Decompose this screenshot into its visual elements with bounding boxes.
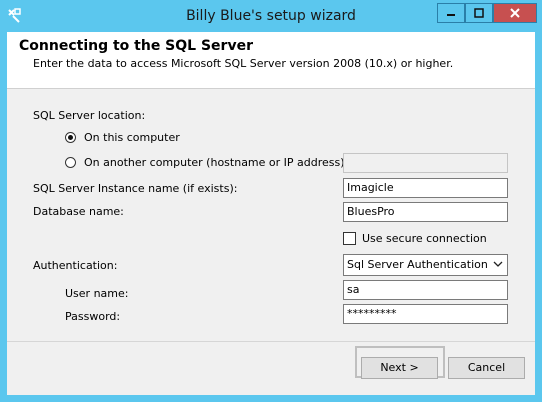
database-name-label: Database name: (33, 205, 124, 218)
minimize-button[interactable] (437, 3, 465, 23)
radio-another-computer[interactable] (65, 157, 76, 168)
close-button[interactable] (493, 3, 537, 23)
cancel-button[interactable]: Cancel (448, 357, 525, 379)
radio-this-computer[interactable] (65, 132, 76, 143)
instance-name-label: SQL Server Instance name (if exists): (33, 182, 238, 195)
sql-location-label: SQL Server location: (33, 109, 146, 122)
footer-divider (7, 341, 535, 342)
wizard-window: Connecting to the SQL Server Enter the d… (7, 32, 535, 395)
chevron-down-icon (493, 261, 503, 267)
radio-another-computer-label[interactable]: On another computer (hostname or IP addr… (84, 156, 348, 169)
title-bar: Billy Blue's setup wizard (0, 0, 542, 32)
authentication-label: Authentication: (33, 259, 118, 272)
next-button[interactable]: Next > (361, 357, 438, 379)
hostname-input[interactable] (343, 153, 508, 173)
wizard-header: Connecting to the SQL Server Enter the d… (7, 32, 535, 89)
instance-name-input[interactable]: Imagicle (343, 178, 508, 198)
close-icon (510, 8, 520, 18)
page-subtitle: Enter the data to access Microsoft SQL S… (33, 57, 454, 70)
secure-connection-checkbox[interactable] (343, 232, 356, 245)
minimize-icon (447, 14, 455, 16)
secure-connection-label[interactable]: Use secure connection (362, 232, 487, 245)
username-input[interactable]: sa (343, 280, 508, 300)
maximize-button[interactable] (465, 3, 493, 23)
username-label: User name: (65, 287, 129, 300)
database-name-input[interactable]: BluesPro (343, 202, 508, 222)
maximize-icon (474, 8, 484, 18)
password-input[interactable]: ********* (343, 304, 508, 324)
password-label: Password: (65, 310, 121, 323)
radio-this-computer-label[interactable]: On this computer (84, 131, 180, 144)
authentication-select-value: Sql Server Authentication (347, 258, 488, 271)
page-title: Connecting to the SQL Server (19, 38, 253, 54)
authentication-select[interactable]: Sql Server Authentication (343, 254, 508, 276)
